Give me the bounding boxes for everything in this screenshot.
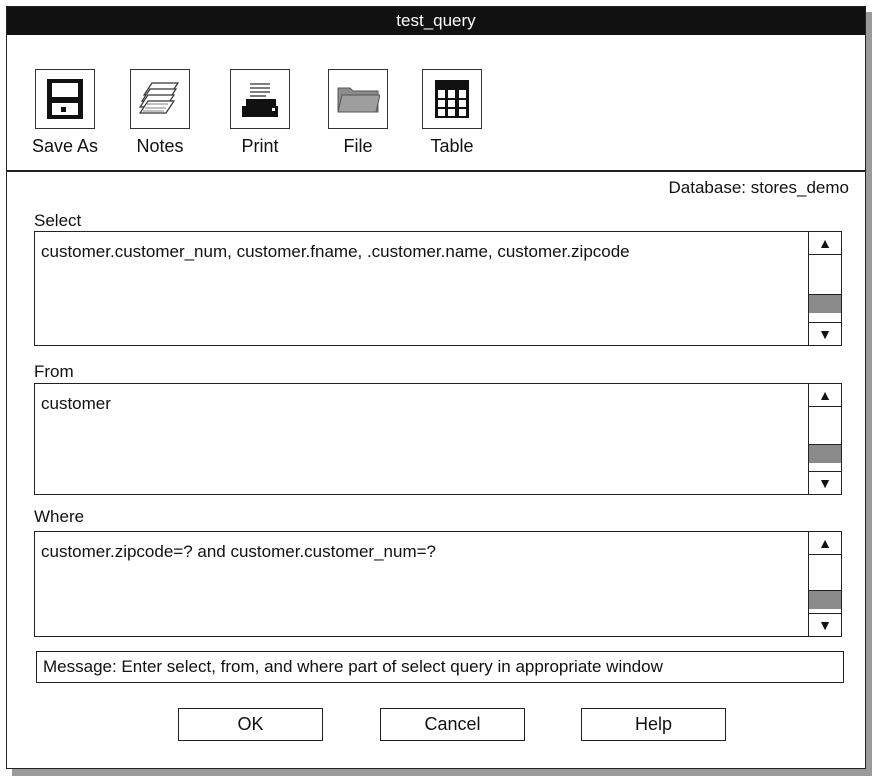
where-label: Where [34, 507, 85, 526]
floppy-disk-icon [47, 79, 83, 119]
notes-button[interactable]: Notes [120, 69, 200, 157]
select-scrollbar[interactable]: ▲ ▼ [808, 232, 841, 345]
file-button[interactable]: File [318, 69, 398, 157]
table-button[interactable]: Table [412, 69, 492, 157]
table-icon [435, 80, 469, 118]
printer-icon [242, 83, 278, 117]
message-bar: Message: Enter select, from, and where p… [36, 651, 844, 683]
where-textbox[interactable]: customer.zipcode=? and customer.customer… [34, 531, 842, 637]
save-as-label: Save As [31, 136, 99, 156]
from-textbox[interactable]: customer ▲ ▼ [34, 383, 842, 495]
table-label: Table [430, 136, 474, 156]
scroll-up-arrow-icon[interactable]: ▲ [809, 532, 841, 555]
select-text[interactable]: customer.customer_num, customer.fname, .… [41, 242, 801, 262]
notes-stack-icon [138, 82, 180, 114]
scroll-thumb[interactable] [809, 294, 841, 313]
scroll-thumb[interactable] [809, 590, 841, 609]
scroll-up-arrow-icon[interactable]: ▲ [809, 232, 841, 255]
notes-label: Notes [136, 136, 184, 156]
print-label: Print [241, 136, 279, 156]
from-label: From [34, 362, 74, 381]
where-text[interactable]: customer.zipcode=? and customer.customer… [41, 542, 801, 562]
cancel-button[interactable]: Cancel [380, 708, 525, 741]
scroll-down-arrow-icon[interactable]: ▼ [809, 471, 841, 494]
select-label: Select [34, 211, 82, 230]
ok-button[interactable]: OK [178, 708, 323, 741]
scroll-thumb[interactable] [809, 444, 841, 463]
title-bar: test_query [7, 7, 865, 35]
from-text[interactable]: customer [41, 394, 801, 414]
database-label: Database: stores_demo [668, 178, 850, 197]
save-as-button[interactable]: Save As [25, 69, 105, 157]
file-label: File [343, 136, 373, 156]
where-scrollbar[interactable]: ▲ ▼ [808, 532, 841, 636]
window-title: test_query [396, 11, 476, 30]
from-scrollbar[interactable]: ▲ ▼ [808, 384, 841, 494]
help-button[interactable]: Help [581, 708, 726, 741]
print-button[interactable]: Print [220, 69, 300, 157]
folder-icon [337, 87, 380, 113]
select-textbox[interactable]: customer.customer_num, customer.fname, .… [34, 231, 842, 346]
scroll-up-arrow-icon[interactable]: ▲ [809, 384, 841, 407]
scroll-down-arrow-icon[interactable]: ▼ [809, 613, 841, 636]
scroll-down-arrow-icon[interactable]: ▼ [809, 322, 841, 345]
toolbar: Save As Notes Print File Table [7, 35, 865, 172]
